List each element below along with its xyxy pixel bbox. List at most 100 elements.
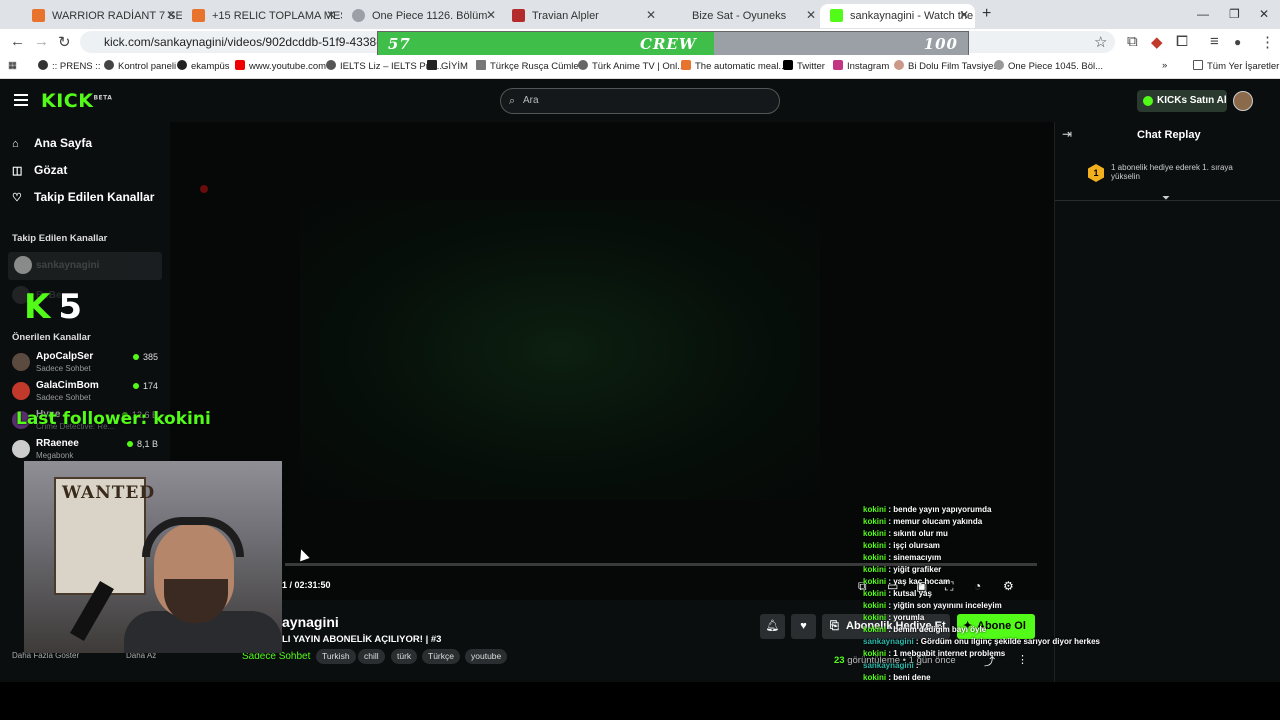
- tab-label: Travian Alpler: [532, 10, 599, 22]
- nav-following[interactable]: ♡ Takip Edilen Kanallar: [12, 190, 154, 204]
- bookmark-item[interactable]: www.youtube.com: [235, 60, 326, 72]
- poster-text: WANTED: [62, 483, 156, 503]
- extension-icon[interactable]: ◆: [1151, 33, 1163, 51]
- bookmark-item[interactable]: Instagram: [833, 60, 889, 72]
- page-footer: [0, 682, 1280, 720]
- headphones-icon: [142, 517, 244, 557]
- tag[interactable]: chill: [358, 649, 385, 664]
- tag[interactable]: youtube: [465, 649, 508, 664]
- tab-close-icon[interactable]: ✕: [486, 8, 496, 22]
- chat-username: kokini: [863, 601, 887, 610]
- new-tab-icon[interactable]: +: [982, 5, 991, 23]
- user-avatar[interactable]: [1233, 91, 1253, 111]
- bookmark-item[interactable]: Twitter: [783, 60, 825, 72]
- goal-progress-bar: 57 CREW 100: [377, 31, 969, 57]
- kick-logo[interactable]: KICKBETA: [41, 90, 112, 112]
- tag[interactable]: Turkish: [316, 649, 356, 664]
- chat-message: : yiğit grafiker: [886, 565, 942, 574]
- tab-close-icon[interactable]: ✕: [959, 8, 969, 22]
- nav-browse[interactable]: ◫ Gözat: [12, 163, 67, 177]
- tab-close-icon[interactable]: ✕: [326, 8, 336, 22]
- avatar: [12, 353, 30, 371]
- chat-message: : bende yayın yapıyorumda: [886, 505, 992, 514]
- bookmark-item[interactable]: ekampüs: [177, 60, 230, 72]
- chat-username: kokini: [863, 553, 887, 562]
- bookmark-item[interactable]: One Piece 1045. Böl...: [994, 60, 1103, 72]
- bookmark-item[interactable]: Türkçe Rusça Cümle...: [476, 60, 587, 72]
- chat-username: kokini: [863, 577, 887, 586]
- more-options-icon[interactable]: ⋮: [1017, 653, 1028, 666]
- recommended-channel[interactable]: ApoCalpSer Sadece Sohbet 385: [12, 349, 162, 377]
- bookmark-star-icon[interactable]: ☆: [1094, 33, 1107, 51]
- recommended-channel[interactable]: RRaenee Megabonk 8,1 B: [12, 436, 162, 464]
- puzzle-icon[interactable]: ⧠: [1176, 33, 1188, 50]
- gift-leaderboard-text: 1 abonelik hediye ederek 1. sıraya yükse…: [1111, 163, 1233, 181]
- tag[interactable]: türk: [391, 649, 418, 664]
- browser-tab[interactable]: One Piece 1126. Bölüm ✕: [342, 4, 502, 28]
- chat-message: : yorumla: [886, 613, 925, 622]
- apps-icon[interactable]: ▦: [8, 60, 17, 71]
- media-icon[interactable]: ≡: [1210, 33, 1219, 50]
- browser-tab[interactable]: +15 RELIC TOPLAMA MESLEKLE ✕: [182, 4, 342, 28]
- menu-icon[interactable]: ⋮: [1260, 33, 1275, 51]
- channel-name[interactable]: aynagini: [282, 614, 339, 630]
- last-follower-overlay: Last follower: kokini: [16, 409, 211, 429]
- chat-username: kokini: [863, 649, 887, 658]
- collapse-chat-icon[interactable]: ⇥: [1062, 127, 1072, 141]
- chat-message: : beni dene: [886, 673, 931, 682]
- goal-label: CREW: [640, 35, 697, 53]
- buy-kicks-button[interactable]: KICKs Satın Al: [1137, 90, 1227, 112]
- all-bookmarks[interactable]: Tüm Yer İşaretleri: [1193, 60, 1280, 72]
- tab-favicon-icon: [672, 9, 685, 22]
- bookmark-item[interactable]: Kontrol paneli: [104, 60, 176, 72]
- minimize-icon[interactable]: —: [1197, 7, 1209, 21]
- overlay-chat-line: kokini : beni dene: [863, 673, 931, 682]
- expand-leaderboard-icon[interactable]: ⏷: [1162, 193, 1170, 204]
- overlay-chat-line: kokini : sinemacıyım: [863, 553, 941, 562]
- reload-icon[interactable]: ↻: [58, 33, 71, 51]
- search-icon: ⌕: [509, 95, 516, 107]
- chat-username: kokini: [863, 625, 887, 634]
- browser-tab[interactable]: Bize Sat - Oyuneks ✕: [662, 4, 822, 28]
- bookmark-item[interactable]: GİYİM: [427, 60, 468, 72]
- browser-tab-active[interactable]: sankaynagini - Watch the VOD ✕: [820, 4, 975, 28]
- avatar: [12, 382, 30, 400]
- tab-label: WARRIOR RADİANT 7 SET , 8 W: [52, 10, 182, 22]
- bookmark-item[interactable]: Türk Anime TV | Onl...: [578, 60, 685, 72]
- tab-close-icon[interactable]: ✕: [806, 8, 816, 22]
- tab-close-icon[interactable]: ✕: [166, 8, 176, 22]
- browser-tab[interactable]: WARRIOR RADİANT 7 SET , 8 W ✕: [22, 4, 182, 28]
- nav-home[interactable]: ⌂ Ana Sayfa: [12, 136, 92, 150]
- more-bookmarks-icon[interactable]: »: [1162, 60, 1167, 71]
- maximize-icon[interactable]: ❐: [1229, 7, 1240, 21]
- overlay-chat-line: kokini : kutsal yaş: [863, 589, 932, 598]
- followed-section-title: Takip Edilen Kanallar: [12, 233, 108, 244]
- browser-tab[interactable]: Travian Alpler ✕: [502, 4, 662, 28]
- heart-button[interactable]: ♥: [791, 614, 816, 639]
- settings-gear-icon[interactable]: ⚙: [1003, 579, 1014, 593]
- hamburger-menu-icon[interactable]: [14, 94, 28, 106]
- search-input[interactable]: ⌕ Ara: [500, 88, 780, 114]
- gift-icon: ⎘: [830, 620, 839, 632]
- bookmarks-bar: ▦ :: PRENS :: Kontrol paneli ekampüs www…: [0, 55, 1280, 79]
- stream-title: LI YAYIN ABONELİK AÇILIYOR! | #3: [282, 634, 442, 645]
- kick-header: KICKBETA ⌕ Ara KICKs Satın Al: [0, 80, 1280, 122]
- chat-message: :: [913, 661, 919, 670]
- tag[interactable]: Türkçe: [422, 649, 460, 664]
- bookmark-item[interactable]: The automatic meal...: [681, 60, 786, 72]
- recommended-channel[interactable]: GalaCimBom Sadece Sohbet 174: [12, 378, 162, 406]
- forward-icon[interactable]: →: [34, 33, 49, 50]
- profile-avatar[interactable]: ●: [1234, 35, 1241, 49]
- tab-close-icon[interactable]: ✕: [646, 8, 656, 22]
- overlay-chat-line: kokini : işçi olursam: [863, 541, 940, 550]
- speed-icon[interactable]: ◔: [974, 579, 981, 593]
- bookmark-item[interactable]: IELTS Liz – IELTS Pre...: [326, 60, 442, 72]
- close-window-icon[interactable]: ✕: [1259, 7, 1269, 21]
- followed-channel[interactable]: sankaynagini: [8, 252, 162, 280]
- bookmark-item[interactable]: Bi Dolu Film Tavsiyesi: [894, 60, 1000, 72]
- webcam-feed: WANTED: [24, 461, 282, 653]
- notification-bell-button[interactable]: 🔔︎: [760, 614, 785, 639]
- extension-icon[interactable]: ⧉: [1127, 33, 1138, 50]
- back-icon[interactable]: ←: [10, 33, 25, 50]
- bookmark-item[interactable]: :: PRENS ::: [38, 60, 101, 72]
